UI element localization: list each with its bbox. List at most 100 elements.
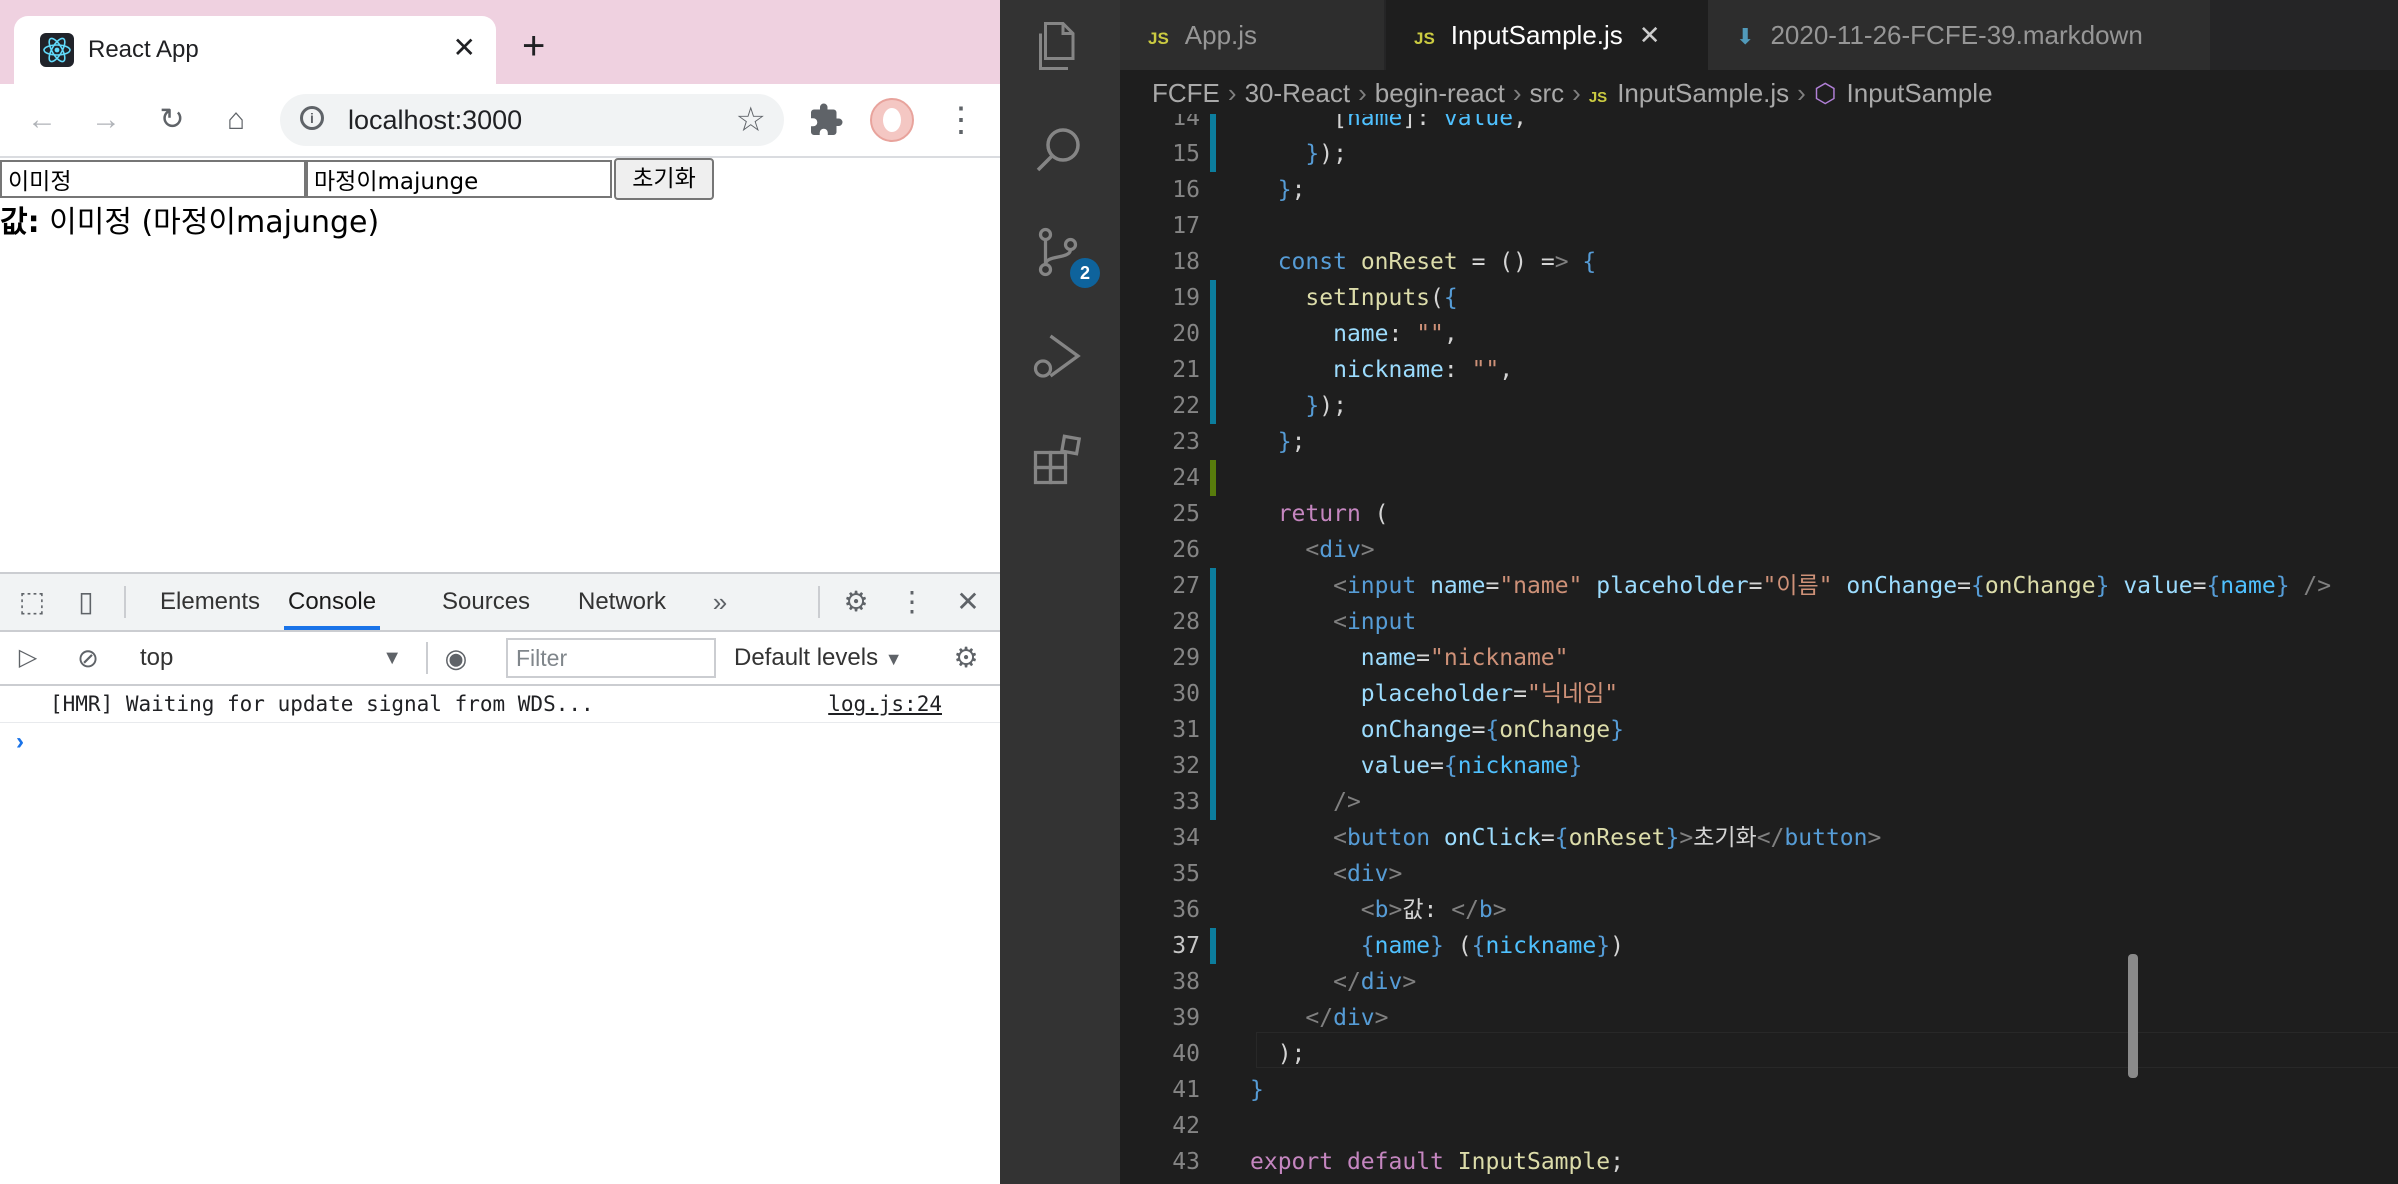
code-line[interactable]: 33 /> [1120,784,2398,820]
breadcrumb-item[interactable]: 30-React [1245,78,1351,108]
profile-avatar[interactable] [870,98,914,142]
tab-inputsample-js[interactable]: JS InputSample.js ✕ [1386,0,1709,70]
git-modified-indicator[interactable] [1210,640,1216,676]
code-line[interactable]: 22 }); [1120,388,2398,424]
explorer-files-icon[interactable] [1028,16,1088,76]
git-modified-indicator[interactable] [1210,928,1216,964]
code-line[interactable]: 17 [1120,208,2398,244]
reset-button[interactable]: 초기화 [614,158,714,200]
tab-elements[interactable]: Elements [160,574,260,630]
code-line[interactable]: 43 export default InputSample; [1120,1144,2398,1180]
close-devtools-icon[interactable]: ✕ [950,584,986,620]
inspect-element-icon[interactable]: ⬚ [14,584,50,620]
code-text: {name} ({nickname}) [1360,933,1624,959]
device-toolbar-icon[interactable]: ▯ [68,584,104,620]
settings-gear-icon[interactable]: ⚙ [838,584,874,620]
levels-label: Default levels [734,644,879,671]
git-modified-indicator[interactable] [1210,352,1216,388]
eye-icon[interactable]: ◉ [438,640,474,676]
git-modified-indicator[interactable] [1210,568,1216,604]
breadcrumb-item[interactable]: src [1529,78,1564,108]
name-input[interactable] [0,160,306,198]
git-modified-indicator[interactable] [1210,280,1216,316]
code-line[interactable]: 32 value={nickname} [1120,748,2398,784]
breadcrumb-item[interactable]: InputSample [1847,78,1993,108]
code-line[interactable]: 39 </div> [1120,1000,2398,1036]
git-modified-indicator[interactable] [1210,316,1216,352]
tab-app-js[interactable]: JS App.js [1120,0,1385,70]
code-line[interactable]: 35 <div> [1120,856,2398,892]
address-bar[interactable]: i localhost:3000 ☆ [280,94,784,146]
sidebar-toggle-icon[interactable]: ▷ [10,640,46,676]
code-line[interactable]: 15 }); [1120,136,2398,172]
forward-icon[interactable]: → [84,98,128,142]
code-line[interactable]: 26 <div> [1120,532,2398,568]
console-source-link[interactable]: log.js:24 [828,690,942,718]
bookmark-star-icon[interactable]: ☆ [736,100,766,140]
more-menu-icon[interactable]: ⋮ [944,98,978,142]
code-line[interactable]: 38 </div> [1120,964,2398,1000]
breadcrumb-item[interactable]: InputSample.js [1617,78,1789,108]
console-prompt-chevron-icon[interactable]: › [16,728,24,756]
filter-input[interactable]: Filter [506,638,716,678]
extensions-puzzle-icon[interactable] [808,102,844,138]
code-line[interactable]: 18 const onReset = () => { [1120,244,2398,280]
code-line[interactable]: 30 placeholder="닉네임" [1120,676,2398,712]
back-icon[interactable]: ← [20,98,64,142]
code-editor[interactable]: 14 [name]: value, 15 }); 16 }; 17 18 const o… [1120,114,2398,1184]
code-line[interactable]: 31 onChange={onChange} [1120,712,2398,748]
context-select[interactable]: top ▼ [140,638,408,678]
code-line[interactable]: 27 <input name="name" placeholder="이름" o… [1120,568,2398,604]
close-tab-icon[interactable]: ✕ [453,32,476,64]
git-modified-indicator[interactable] [1210,114,1216,136]
code-line[interactable]: 36 <b>값: </b> [1120,892,2398,928]
code-line[interactable]: 16 }; [1120,172,2398,208]
git-added-indicator[interactable] [1210,460,1216,496]
code-line[interactable]: 28 <input [1120,604,2398,640]
code-line[interactable]: 24 [1120,460,2398,496]
tab-network[interactable]: Network [578,574,666,630]
code-line[interactable]: 40 ); [1120,1036,2398,1072]
code-line[interactable]: 23 }; [1120,424,2398,460]
git-modified-indicator[interactable] [1210,388,1216,424]
log-levels-select[interactable]: Default levels ▼ [734,638,903,678]
tab-sources[interactable]: Sources [442,574,530,630]
code-line[interactable]: 41} [1120,1072,2398,1108]
code-line[interactable]: 21 nickname: "", [1120,352,2398,388]
run-debug-icon[interactable] [1028,326,1088,386]
tab-console[interactable]: Console [284,574,381,630]
url-text[interactable]: localhost:3000 [348,104,522,136]
git-modified-indicator[interactable] [1210,136,1216,172]
code-line[interactable]: 34 <button onClick={onReset}>초기화</button… [1120,820,2398,856]
browser-tab[interactable]: React App ✕ [14,16,496,84]
more-tabs-icon[interactable]: » [702,584,738,620]
search-icon[interactable] [1028,120,1088,180]
code-line[interactable]: 25 return ( [1120,496,2398,532]
reload-icon[interactable]: ↻ [150,98,194,142]
nickname-input[interactable] [306,160,612,198]
git-modified-indicator[interactable] [1210,676,1216,712]
devtools-menu-icon[interactable]: ⋮ [894,584,930,620]
site-info-icon[interactable]: i [300,106,324,130]
code-line[interactable]: 20 name: "", [1120,316,2398,352]
breadcrumb-item[interactable]: FCFE [1152,78,1220,108]
console-settings-icon[interactable]: ⚙ [948,640,984,676]
line-number: 40 [1172,1041,1200,1067]
code-line[interactable]: 14 [name]: value, [1120,114,2398,136]
git-modified-indicator[interactable] [1210,712,1216,748]
git-modified-indicator[interactable] [1210,604,1216,640]
git-modified-indicator[interactable] [1210,784,1216,820]
breadcrumb-item[interactable]: begin-react [1375,78,1505,108]
code-line[interactable]: 37 {name} ({nickname}) [1120,928,2398,964]
tab-markdown[interactable]: ⬇ 2020-11-26-FCFE-39.markdown [1708,0,2211,70]
close-tab-icon[interactable]: ✕ [1639,20,1661,50]
home-icon[interactable]: ⌂ [214,98,258,142]
code-line[interactable]: 29 name="nickname" [1120,640,2398,676]
line-number: 29 [1172,645,1200,671]
new-tab-icon[interactable]: + [522,26,545,66]
code-line[interactable]: 19 setInputs({ [1120,280,2398,316]
clear-console-icon[interactable]: ⊘ [70,640,106,676]
git-modified-indicator[interactable] [1210,748,1216,784]
extensions-icon[interactable] [1028,430,1088,490]
code-line[interactable]: 42 [1120,1108,2398,1144]
